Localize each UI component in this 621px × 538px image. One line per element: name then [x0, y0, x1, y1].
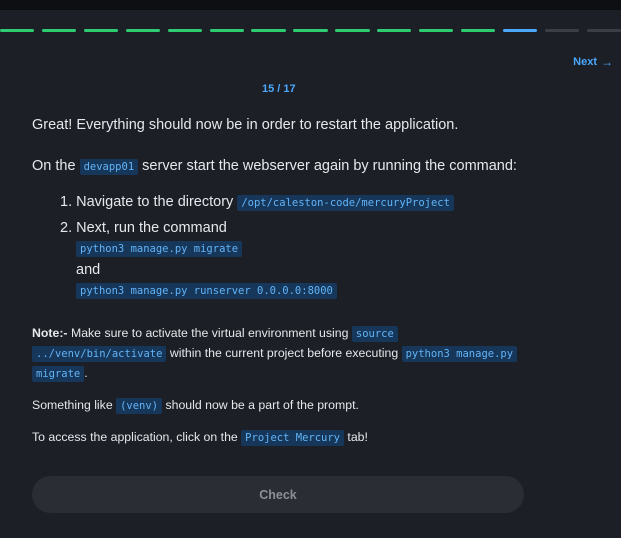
and-text: and	[76, 262, 101, 278]
progress-segment	[83, 29, 119, 32]
top-bar	[0, 0, 621, 10]
progress-segment	[586, 29, 621, 32]
check-button[interactable]: Check	[32, 476, 524, 513]
step-text: Next, run the command	[76, 220, 227, 236]
runserver-command-code: python3 manage.py runserver 0.0.0.0:8000	[76, 283, 337, 299]
progress-segment	[41, 29, 77, 32]
directory-code: /opt/caleston-code/mercuryProject	[237, 195, 454, 211]
progress-segment	[251, 29, 286, 32]
step-number: 1.	[60, 194, 73, 210]
note-text-2: within the current project before execut…	[169, 346, 399, 360]
server-name-code: devapp01	[79, 159, 139, 175]
progress-segment	[502, 29, 538, 32]
note-paragraph: Note:- Make sure to activate the virtual…	[32, 323, 532, 383]
activate-path-code: ../venv/bin/activate	[32, 346, 167, 362]
migrate-command-code: python3 manage.py migrate	[76, 241, 243, 257]
intro-text: Great! Everything should now be in order…	[32, 117, 459, 133]
server-instruction: On the devapp01 server start the webserv…	[32, 158, 517, 175]
venv-post: should now be a part of the prompt.	[165, 398, 359, 412]
progress-segment	[335, 29, 370, 32]
server-post: server start the webserver again by runn…	[142, 158, 517, 174]
note-label: Note:-	[32, 326, 68, 340]
next-label: Next	[573, 56, 597, 68]
next-button[interactable]: Next →	[573, 55, 613, 69]
progress-segment	[167, 29, 202, 32]
progress-segment	[544, 29, 580, 32]
progress-segment	[461, 29, 496, 32]
access-post: tab!	[347, 430, 368, 444]
access-pre: To access the application, click on the	[32, 430, 238, 444]
arrow-right-icon: →	[601, 55, 613, 69]
list-item: 1. Navigate to the directory /opt/calest…	[60, 194, 454, 211]
access-instruction: To access the application, click on the …	[32, 430, 368, 446]
source-code: source	[351, 326, 398, 342]
progress-segment	[209, 29, 244, 32]
python-command-code: python3 manage.py	[401, 346, 518, 362]
progress-segment	[125, 29, 160, 32]
progress-segment	[419, 29, 454, 32]
progress-segment	[293, 29, 328, 32]
progress-segment	[0, 29, 35, 32]
list-item: 2. Next, run the command python3 manage.…	[60, 220, 337, 299]
venv-code: (venv)	[116, 398, 163, 414]
note-text-1: Make sure to activate the virtual enviro…	[70, 326, 349, 340]
note-text-3: .	[84, 366, 88, 380]
progress-segment	[377, 29, 412, 32]
migrate-code: migrate	[32, 366, 85, 382]
step-text: Navigate to the directory	[76, 194, 234, 210]
step-number: 2.	[60, 220, 73, 236]
venv-pre: Something like	[32, 398, 113, 412]
progress-bar	[0, 29, 621, 33]
server-pre: On the	[32, 158, 76, 174]
step-counter: 15 / 17	[262, 83, 296, 95]
tab-name-code: Project Mercury	[241, 430, 344, 446]
venv-instruction: Something like (venv) should now be a pa…	[32, 398, 359, 414]
